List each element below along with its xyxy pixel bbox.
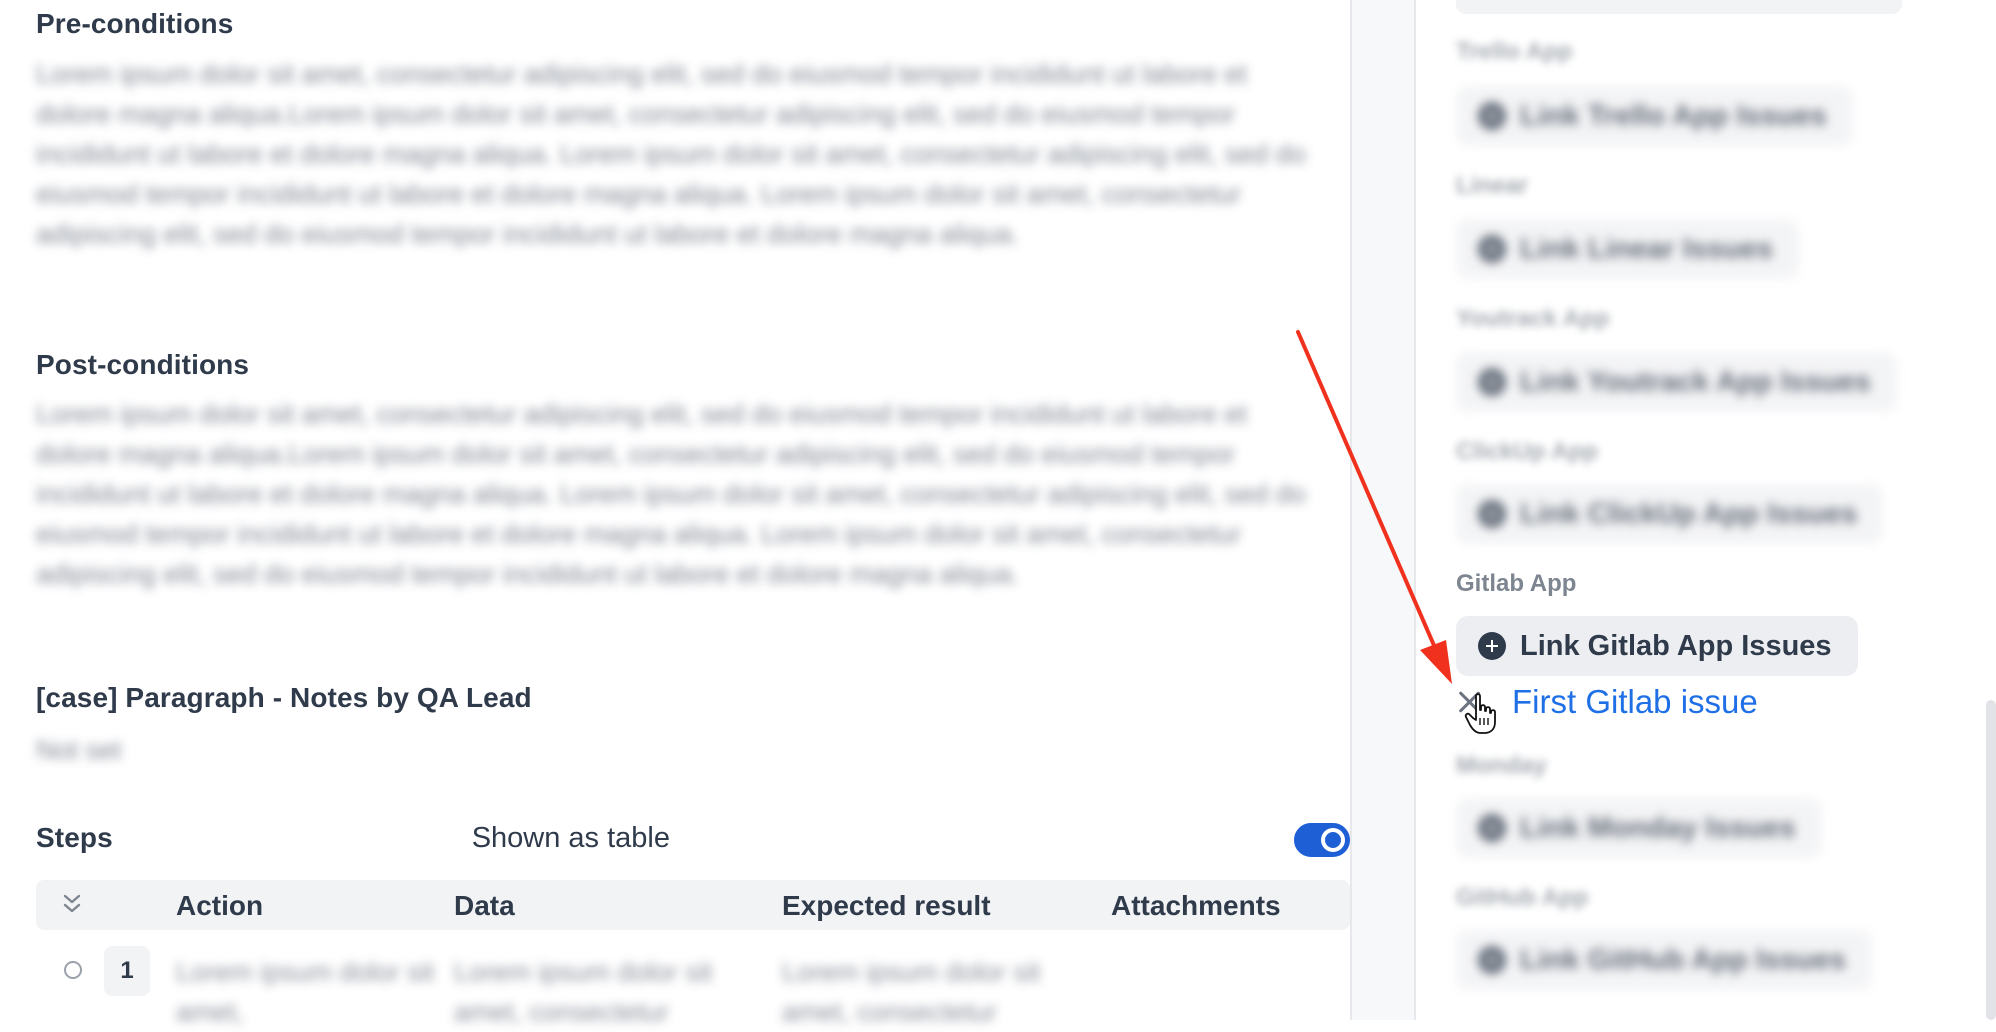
link-button-label: Link Linear Issues — [1520, 232, 1774, 265]
preconditions-text: Lorem ipsum dolor sit amet, consectetur … — [36, 59, 1306, 249]
link-button-label: Link GitHub App Issues — [1520, 943, 1847, 976]
linked-issue-link[interactable]: First Gitlab issue — [1512, 683, 1758, 721]
step-action-cell: Lorem ipsum dolor sit amet, — [176, 957, 435, 1027]
toggle-knob — [1321, 828, 1345, 852]
link-button-label: Link Gitlab App Issues — [1520, 629, 1832, 662]
plus-circle-icon — [1478, 102, 1506, 130]
linked-issue-row: First Gitlab issue — [1456, 680, 1758, 724]
plus-circle-icon — [1478, 235, 1506, 263]
integration-label-gitlab: Gitlab App — [1456, 570, 1577, 597]
hand-pointer-cursor-icon — [1464, 693, 1496, 734]
step-expected-cell: Lorem ipsum dolor sit amet, consectetur — [782, 957, 1041, 1027]
column-header-action[interactable]: Action — [176, 890, 263, 922]
integration-label-monday: Monday — [1456, 752, 1547, 779]
preconditions-title: Pre-conditions — [36, 8, 234, 39]
link-gitlab-issues-button[interactable]: Link Gitlab App Issues — [1456, 616, 1858, 676]
integration-label-linear: Linear — [1456, 172, 1529, 199]
link-button-label: Link Trello App Issues — [1520, 99, 1827, 132]
postconditions-text: Lorem ipsum dolor sit amet, consectetur … — [36, 399, 1306, 589]
test-case-details: Pre-conditions Lorem ipsum dolor sit ame… — [0, 0, 1350, 1027]
link-trello-issues-button[interactable]: Link Trello App Issues — [1456, 86, 1853, 146]
link-github-issues-button[interactable]: Link GitHub App Issues — [1456, 930, 1873, 990]
sidebar-scrollbar[interactable] — [1986, 700, 1996, 1020]
shown-as-table-toggle[interactable] — [1294, 823, 1350, 857]
link-button-label: Link ClickUp App Issues — [1520, 497, 1858, 530]
notes-value: Not set — [36, 735, 122, 765]
steps-table-header: Action Data Expected result Attachments — [36, 880, 1350, 930]
step-data-cell: Lorem ipsum dolor sit amet, consectetur — [454, 957, 713, 1027]
column-header-attachments[interactable]: Attachments — [1111, 890, 1281, 922]
sidebar-top-field[interactable] — [1456, 0, 1902, 14]
pane-gutter — [1352, 0, 1414, 1020]
integrations-sidebar: Trello App Link Trello App Issues Linear… — [1416, 0, 1996, 1020]
notes-title: [case] Paragraph - Notes by QA Lead — [36, 682, 532, 713]
shown-as-table-label: Shown as table — [471, 822, 670, 854]
integration-label-trello: Trello App — [1456, 38, 1573, 65]
plus-circle-icon — [1478, 814, 1506, 842]
chevrons-collapse-icon[interactable] — [60, 892, 84, 916]
postconditions-title: Post-conditions — [36, 349, 250, 380]
link-button-label: Link Monday Issues — [1520, 811, 1796, 844]
plus-circle-icon — [1478, 368, 1506, 396]
column-header-expected-result[interactable]: Expected result — [782, 890, 991, 922]
steps-title: Steps — [36, 822, 113, 853]
link-linear-issues-button[interactable]: Link Linear Issues — [1456, 219, 1800, 279]
integration-label-github: GitHub App — [1456, 884, 1589, 911]
plus-circle-icon — [1478, 500, 1506, 528]
plus-circle-icon — [1478, 632, 1506, 660]
integration-label-youtrack: Youtrack App — [1456, 305, 1610, 332]
link-clickup-issues-button[interactable]: Link ClickUp App Issues — [1456, 484, 1884, 544]
plus-circle-icon — [1478, 946, 1506, 974]
link-monday-issues-button[interactable]: Link Monday Issues — [1456, 798, 1822, 858]
column-header-data[interactable]: Data — [454, 890, 515, 922]
link-youtrack-issues-button[interactable]: Link Youtrack App Issues — [1456, 352, 1897, 412]
integration-label-clickup: ClickUp App — [1456, 438, 1598, 465]
link-button-label: Link Youtrack App Issues — [1520, 365, 1871, 398]
step-number: 1 — [104, 946, 150, 996]
row-select-radio[interactable] — [64, 961, 82, 979]
